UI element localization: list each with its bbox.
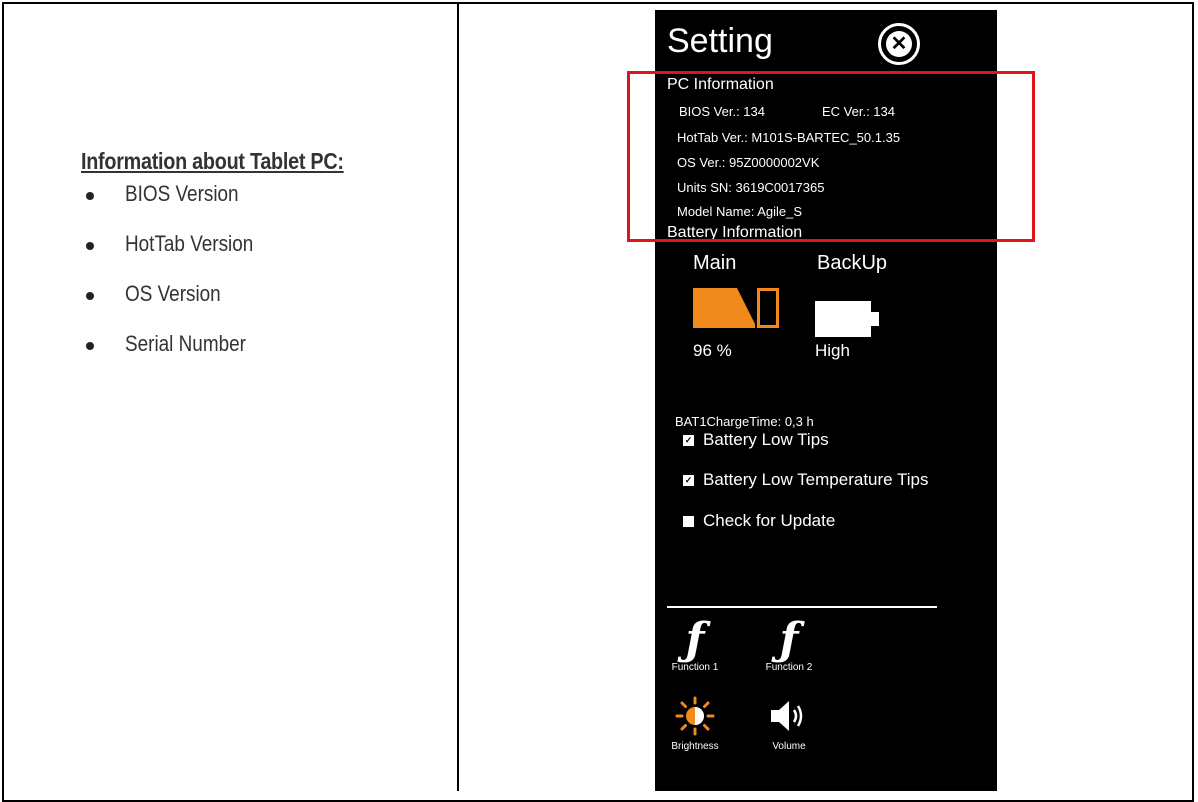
bullet-text: Serial Number bbox=[125, 331, 246, 356]
bullet-icon bbox=[86, 242, 94, 250]
bullet-icon bbox=[86, 192, 94, 200]
main-battery-icon bbox=[693, 288, 783, 328]
checkbox-unchecked-icon[interactable] bbox=[683, 515, 694, 527]
checkbox-checked-icon[interactable]: ✓ bbox=[683, 474, 694, 486]
main-battery-cap bbox=[757, 288, 779, 328]
brightness-icon bbox=[675, 696, 715, 736]
volume-label: Volume bbox=[772, 741, 806, 752]
backup-battery-body bbox=[815, 301, 871, 337]
backup-battery-tip bbox=[871, 312, 879, 326]
backup-battery-label: BackUp bbox=[817, 252, 888, 274]
bullet-icon bbox=[86, 342, 94, 350]
brightness-label: Brightness bbox=[671, 741, 719, 752]
function-1-label: Function 1 bbox=[671, 662, 719, 673]
checkbox-checked-icon[interactable]: ✓ bbox=[683, 434, 694, 446]
main-battery-label: Main bbox=[693, 252, 737, 274]
close-icon: ✕ bbox=[886, 31, 912, 57]
backup-battery-value: High bbox=[815, 341, 850, 360]
option-check-for-update[interactable]: Check for Update bbox=[683, 511, 835, 531]
function-2-button[interactable]: ƒ Function 2 bbox=[759, 614, 819, 674]
volume-icon bbox=[771, 701, 803, 731]
function-2-label: Function 2 bbox=[765, 662, 813, 673]
charge-time: BAT1ChargeTime: 0,3 h bbox=[675, 414, 814, 429]
volume-button[interactable]: Volume bbox=[759, 696, 819, 752]
option-label: Battery Low Tips bbox=[703, 430, 829, 449]
option-battery-low-temperature-tips[interactable]: ✓ Battery Low Temperature Tips bbox=[683, 470, 929, 490]
bullet-text: HotTab Version bbox=[125, 231, 254, 256]
main-battery-value: 96 % bbox=[693, 341, 732, 360]
info-title: Information about Tablet PC: bbox=[81, 148, 344, 174]
option-label: Check for Update bbox=[703, 511, 836, 530]
backup-battery-icon bbox=[815, 301, 879, 337]
option-label: Battery Low Temperature Tips bbox=[703, 470, 929, 489]
option-battery-low-tips[interactable]: ✓ Battery Low Tips bbox=[683, 430, 829, 450]
function-icon: ƒ bbox=[779, 614, 799, 665]
panel-title: Setting bbox=[667, 22, 773, 60]
bullet-text: OS Version bbox=[125, 281, 221, 306]
function-1-button[interactable]: ƒ Function 1 bbox=[665, 614, 725, 674]
function-icon: ƒ bbox=[685, 614, 705, 665]
bullet-text: BIOS Version bbox=[125, 181, 239, 206]
brightness-button[interactable]: Brightness bbox=[665, 696, 725, 752]
table-divider bbox=[457, 2, 459, 791]
pc-info-highlight-box bbox=[627, 71, 1035, 242]
panel-separator bbox=[667, 606, 937, 608]
bullet-icon bbox=[86, 292, 94, 300]
close-button[interactable]: ✕ bbox=[878, 23, 920, 65]
